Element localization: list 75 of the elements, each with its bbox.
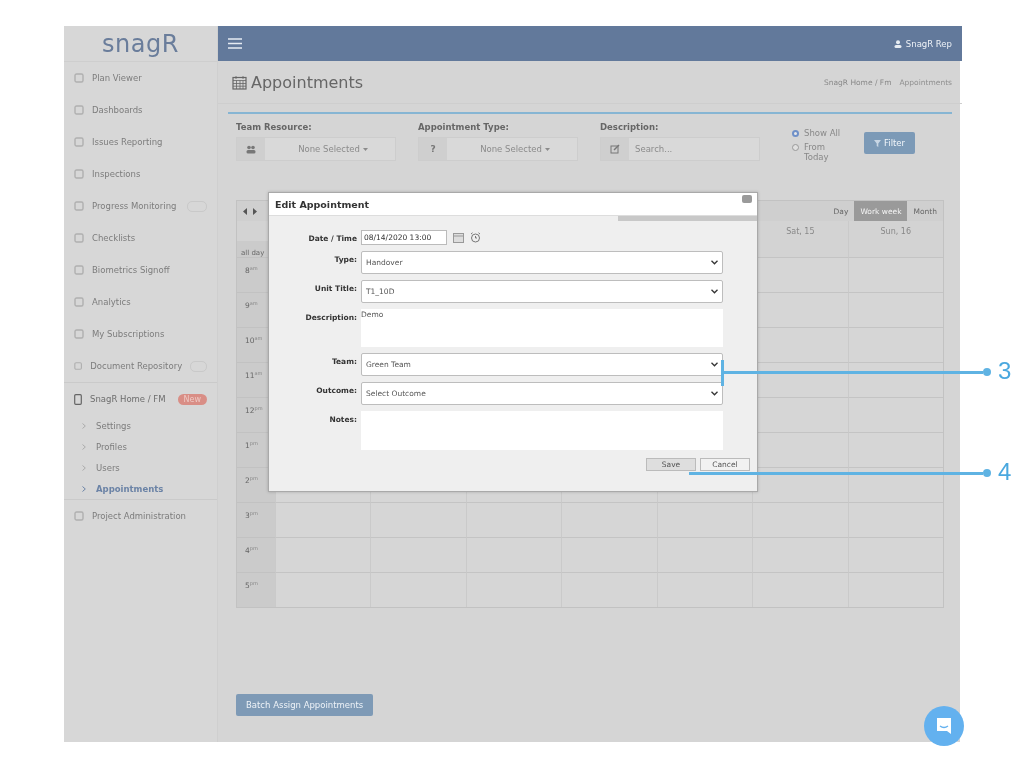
sidebar-item[interactable]: Project Administration [92, 511, 207, 521]
sidebar-item[interactable]: My Subscriptions [92, 329, 207, 339]
filter-label: Description: [600, 122, 660, 132]
new-badge: New [177, 393, 207, 405]
submenu-item[interactable]: Appointments [96, 483, 164, 494]
sidebar-item[interactable]: Document Repository [90, 361, 183, 371]
menu-icon [74, 137, 84, 147]
submenu-item[interactable]: Settings [96, 420, 131, 431]
chat-button[interactable] [924, 706, 964, 746]
filter-label: Appointment Type: [418, 122, 510, 132]
user-icon [893, 39, 902, 48]
menu-icon [74, 169, 84, 179]
funnel-icon [874, 139, 881, 147]
chevron-icon [82, 443, 86, 450]
people-icon [246, 144, 256, 154]
day-header: Sun, 16 [847, 221, 943, 241]
chevron-icon [82, 422, 86, 429]
sidebar-item[interactable]: Plan Viewer [92, 73, 207, 83]
sidebar-item[interactable]: SnagR Home / FM [90, 394, 170, 404]
logo[interactable]: snagR [64, 26, 217, 62]
dialog-title: Edit Appointment [275, 198, 370, 210]
callout-number: 3 [998, 357, 1012, 385]
menu-icon [74, 201, 84, 211]
prev-next-arrows-icon[interactable] [243, 207, 257, 215]
sidebar-item[interactable]: Issues Reporting [92, 137, 207, 147]
menu-icon [74, 511, 84, 521]
radio-label: Show All [804, 128, 841, 138]
menu-icon [74, 265, 84, 275]
batch-assign-button[interactable]: Batch Assign Appointments [236, 694, 374, 716]
time-slot[interactable] [847, 467, 943, 502]
chevron-down-icon [711, 289, 718, 294]
menu-icon [74, 105, 84, 115]
page-title: Appointments [251, 72, 364, 92]
sidebar-item[interactable]: Analytics [92, 297, 207, 307]
caret-icon [544, 147, 550, 151]
callout-number: 4 [998, 458, 1012, 486]
filter-button[interactable]: Filter [864, 132, 916, 154]
filter-label: Team Resource: [236, 122, 313, 132]
close-button[interactable] [742, 195, 752, 203]
chevron-down-icon [711, 391, 718, 396]
chevron-icon [82, 485, 86, 492]
sidebar-item[interactable]: Biometrics Signoff [92, 265, 207, 275]
calendar-icon [232, 74, 247, 90]
menu-icon [74, 297, 84, 307]
dropdown[interactable]: None Selected [236, 137, 396, 161]
sidebar-item[interactable]: Checklists [92, 233, 207, 243]
sidebar-item[interactable]: Inspections [92, 169, 207, 179]
user-name[interactable]: SnagR Rep [905, 38, 952, 49]
calendar-icon[interactable] [453, 232, 464, 243]
menu-icon [74, 233, 84, 243]
sidebar-item[interactable]: Progress Monitoring [92, 201, 179, 211]
radio-button[interactable] [792, 130, 799, 137]
radio-label: From Today [804, 142, 830, 162]
time-slot[interactable] [752, 467, 848, 502]
chevron-down-icon [711, 260, 718, 265]
tablet-icon [74, 393, 82, 405]
submenu-item[interactable]: Users [96, 462, 120, 473]
addon-label: ? [430, 144, 436, 154]
menu-icon[interactable] [228, 38, 242, 49]
callout-bracket [721, 360, 724, 386]
sidebar-item[interactable]: Dashboards [92, 105, 207, 115]
radio-button[interactable] [792, 144, 799, 151]
search-field[interactable]: Search... [600, 137, 760, 161]
caret-icon [362, 147, 368, 151]
menu-icon [74, 329, 84, 339]
time-slot[interactable] [847, 362, 943, 397]
chevron-icon [82, 464, 86, 471]
alarm-clock-icon[interactable] [470, 232, 481, 243]
chevron-down-icon [711, 362, 718, 367]
menu-icon [74, 361, 83, 371]
menu-icon [74, 73, 84, 83]
submenu-item[interactable]: Profiles [96, 441, 127, 452]
dropdown[interactable]: ? None Selected [418, 137, 578, 161]
edit-icon [610, 144, 620, 154]
chat-icon [935, 717, 953, 735]
